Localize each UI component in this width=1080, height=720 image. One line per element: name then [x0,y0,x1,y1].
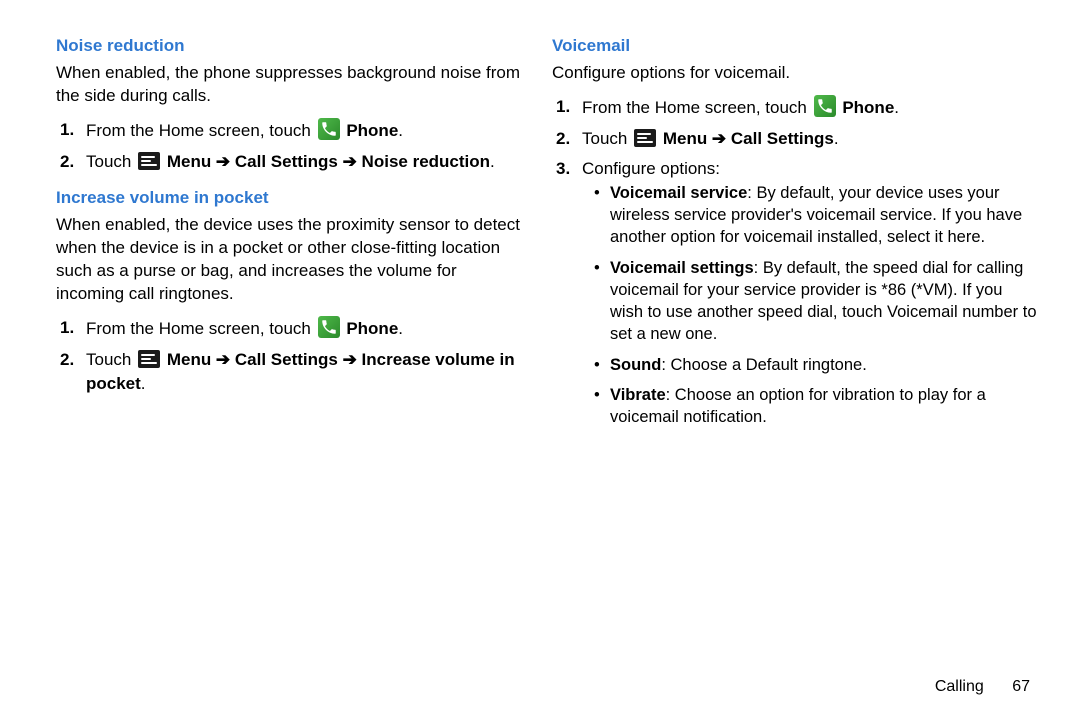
period: . [141,374,146,393]
option-text: : Choose an option for vibration to play… [610,386,986,426]
option-text: : Choose a Default ringtone. [661,356,866,374]
option-label: Voicemail settings [610,259,754,277]
voicemail-step-2: 2. Touch Menu ➔ Call Settings. [552,127,1040,152]
option-label: Sound [610,356,661,374]
pocket-step-1: 1. From the Home screen, touch Phone. [56,316,524,342]
option-vibrate: Vibrate: Choose an option for vibration … [594,384,1040,429]
step-text: Touch [582,129,632,148]
footer: Calling 67 [56,670,1040,696]
step-number: 3. [556,157,570,182]
step-text: Configure options: [582,159,720,178]
voicemail-options: Voicemail service: By default, your devi… [582,182,1040,429]
phone-label: Phone [346,121,398,140]
step-number: 2. [60,150,74,175]
footer-page-number: 67 [1012,678,1030,695]
voicemail-steps: 1. From the Home screen, touch Phone. 2.… [552,95,1040,429]
heading-noise-reduction: Noise reduction [56,36,524,56]
menu-icon [138,152,160,170]
phone-icon [814,95,836,117]
right-column: Voicemail Configure options for voicemai… [548,36,1040,670]
pocket-step-2: 2. Touch Menu ➔ Call Settings ➔ Increase… [56,348,524,397]
heading-increase-volume: Increase volume in pocket [56,188,524,208]
pocket-description: When enabled, the device uses the proxim… [56,214,524,306]
phone-icon [318,118,340,140]
phone-label: Phone [346,319,398,338]
step-text: Touch [86,152,136,171]
period: . [398,121,403,140]
noise-step-2: 2. Touch Menu ➔ Call Settings ➔ Noise re… [56,150,524,175]
step-text: From the Home screen, touch [582,98,812,117]
period: . [398,319,403,338]
menu-path: Menu ➔ Call Settings ➔ Noise reduction [167,152,490,171]
period: . [834,129,839,148]
option-label: Voicemail service [610,184,747,202]
noise-steps: 1. From the Home screen, touch Phone. 2.… [56,118,524,174]
option-voicemail-settings: Voicemail settings: By default, the spee… [594,257,1040,346]
noise-description: When enabled, the phone suppresses backg… [56,62,524,108]
noise-step-1: 1. From the Home screen, touch Phone. [56,118,524,144]
voicemail-description: Configure options for voicemail. [552,62,1040,85]
step-text: From the Home screen, touch [86,121,316,140]
pocket-steps: 1. From the Home screen, touch Phone. 2.… [56,316,524,397]
voicemail-step-3: 3. Configure options: Voicemail service:… [552,157,1040,428]
period: . [894,98,899,117]
step-text: Touch [86,350,136,369]
phone-label: Phone [842,98,894,117]
step-number: 1. [60,118,74,143]
footer-section: Calling [935,678,984,695]
step-number: 2. [556,127,570,152]
step-text: From the Home screen, touch [86,319,316,338]
menu-icon [634,129,656,147]
menu-icon [138,350,160,368]
period: . [490,152,495,171]
step-number: 2. [60,348,74,373]
voicemail-step-1: 1. From the Home screen, touch Phone. [552,95,1040,121]
columns: Noise reduction When enabled, the phone … [56,36,1040,670]
menu-path: Menu ➔ Call Settings [663,129,834,148]
step-number: 1. [556,95,570,120]
phone-icon [318,316,340,338]
step-number: 1. [60,316,74,341]
heading-voicemail: Voicemail [552,36,1040,56]
option-label: Vibrate [610,386,666,404]
option-voicemail-service: Voicemail service: By default, your devi… [594,182,1040,249]
left-column: Noise reduction When enabled, the phone … [56,36,548,670]
option-sound: Sound: Choose a Default ringtone. [594,354,1040,376]
page: Noise reduction When enabled, the phone … [0,0,1080,720]
